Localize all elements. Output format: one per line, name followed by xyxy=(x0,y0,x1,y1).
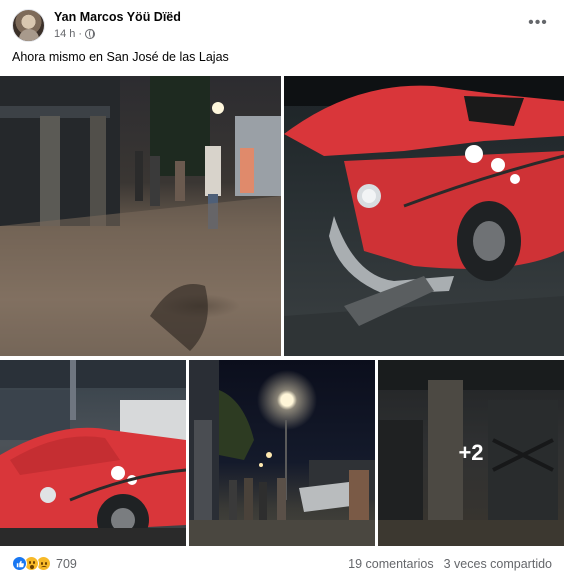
photo-5[interactable]: +2 xyxy=(378,360,564,546)
photo-3[interactable] xyxy=(0,360,186,546)
more-options-button[interactable]: ••• xyxy=(526,11,550,35)
post-stats: 19 comentarios 3 veces compartido xyxy=(348,557,552,571)
comments-count-link[interactable]: 19 comentarios xyxy=(348,557,433,571)
post-text: Ahora mismo en San José de las Lajas xyxy=(12,50,229,64)
photo-1-scene xyxy=(0,76,281,356)
post-footer: 709 19 comentarios 3 veces compartido xyxy=(12,556,552,574)
reactions-summary[interactable]: 709 xyxy=(12,556,77,571)
more-photos-count: +2 xyxy=(458,440,484,465)
more-photos-overlay[interactable]: +2 xyxy=(378,360,564,546)
author-name[interactable]: Yan Marcos Yöü Dïëd xyxy=(54,10,181,24)
like-reaction-icon xyxy=(12,556,27,571)
more-options-icon: ••• xyxy=(528,14,548,31)
photo-1[interactable] xyxy=(0,76,281,356)
post-timestamp[interactable]: 14 h xyxy=(54,28,75,40)
post-meta: 14 h · xyxy=(54,28,96,40)
post-header: Yan Marcos Yöü Dïëd 14 h · ••• xyxy=(12,9,552,43)
photo-4[interactable] xyxy=(189,360,375,546)
facebook-post: Yan Marcos Yöü Dïëd 14 h · ••• Ahora mis… xyxy=(0,0,564,575)
photo-2-scene xyxy=(284,76,564,356)
meta-separator: · xyxy=(78,28,83,40)
photo-2[interactable] xyxy=(284,76,564,356)
photo-3-scene xyxy=(0,360,186,546)
shares-count-link[interactable]: 3 veces compartido xyxy=(444,557,552,571)
author-avatar[interactable] xyxy=(12,9,45,42)
photo-4-scene xyxy=(189,360,375,546)
reaction-count: 709 xyxy=(56,556,77,571)
globe-icon[interactable] xyxy=(85,29,96,39)
